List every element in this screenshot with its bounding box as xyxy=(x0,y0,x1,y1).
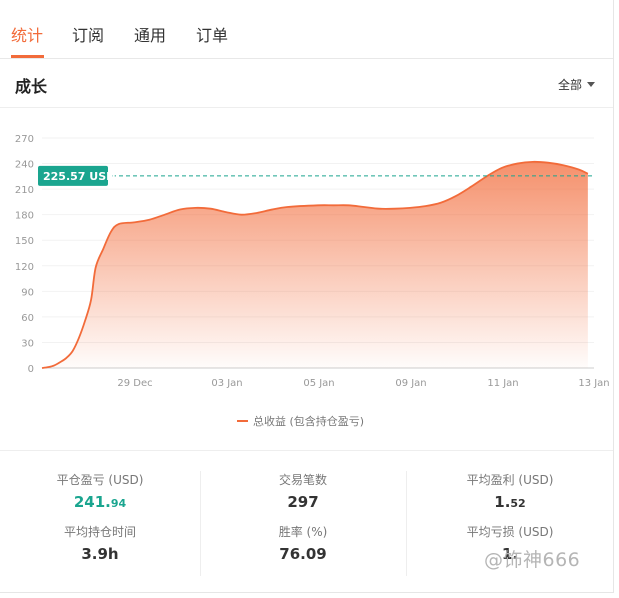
y-tick-label: 0 xyxy=(28,364,34,375)
stat-realized-pnl: 平仓盈亏 (USD) 241.94 xyxy=(0,471,200,511)
range-filter-label: 全部 xyxy=(557,78,582,92)
legend-label[interactable]: 总收益 (包含持仓盈亏) xyxy=(253,414,364,428)
range-filter-dropdown[interactable]: 全部 xyxy=(558,76,595,93)
stat-label: 平均亏损 (USD) xyxy=(466,525,554,539)
tab-orders[interactable]: 订单 xyxy=(196,22,228,46)
growth-section-header: 成长 全部 xyxy=(0,59,613,108)
y-tick-label: 240 xyxy=(15,160,34,171)
stat-label: 平均盈利 (USD) xyxy=(466,473,554,487)
stat-avg-profit: 平均盈利 (USD) 1.52 xyxy=(410,471,610,511)
tab-general[interactable]: 通用 xyxy=(134,22,166,46)
caret-down-icon xyxy=(587,82,595,87)
x-tick-label: 13 Jan xyxy=(578,378,609,389)
x-tick-label: 05 Jan xyxy=(303,378,334,389)
y-tick-label: 30 xyxy=(21,338,34,349)
tab-bar: 统计 订阅 通用 订单 xyxy=(0,0,613,59)
stat-value: 241.94 xyxy=(73,493,127,511)
stat-value: 1.52 xyxy=(494,493,526,511)
y-tick-label: 60 xyxy=(21,313,34,324)
y-tick-label: 270 xyxy=(15,134,34,145)
stat-win-rate: 胜率 (%) 76.09 xyxy=(203,523,403,563)
y-tick-label: 120 xyxy=(15,262,34,273)
growth-chart: 0 30 60 90 120 150 180 210 240 270 29 Dec 03 Jan 05… xyxy=(15,134,610,428)
y-tick-label: 150 xyxy=(15,236,34,247)
stat-value: 3.9h xyxy=(81,545,119,563)
stat-value: 76.09 xyxy=(279,545,327,563)
watermark-text: @饰神666 xyxy=(484,549,581,571)
stat-label: 胜率 (%) xyxy=(278,525,328,539)
stat-label: 平仓盈亏 (USD) xyxy=(56,473,144,487)
x-tick-label: 11 Jan xyxy=(487,378,518,389)
series-area xyxy=(42,161,588,368)
x-tick-label: 29 Dec xyxy=(117,378,152,389)
divider xyxy=(200,471,201,576)
stat-avg-hold-time: 平均持仓时间 3.9h xyxy=(0,523,200,563)
y-tick-label: 180 xyxy=(15,211,34,222)
y-tick-label: 210 xyxy=(15,185,34,196)
x-tick-label: 03 Jan xyxy=(211,378,242,389)
stat-trade-count: 交易笔数 297 xyxy=(203,471,403,511)
tab-stats[interactable]: 统计 xyxy=(11,22,43,46)
divider xyxy=(406,471,407,576)
stat-label: 交易笔数 xyxy=(278,473,327,487)
stat-label: 平均持仓时间 xyxy=(63,525,136,539)
active-tab-indicator xyxy=(11,55,44,58)
tab-subscribe[interactable]: 订阅 xyxy=(72,22,104,46)
x-tick-label: 09 Jan xyxy=(395,378,426,389)
section-title: 成长 xyxy=(15,77,48,96)
y-tick-label: 90 xyxy=(21,287,34,298)
reference-value-label: 225.57 USD xyxy=(43,170,115,183)
stat-value: 297 xyxy=(287,493,319,511)
